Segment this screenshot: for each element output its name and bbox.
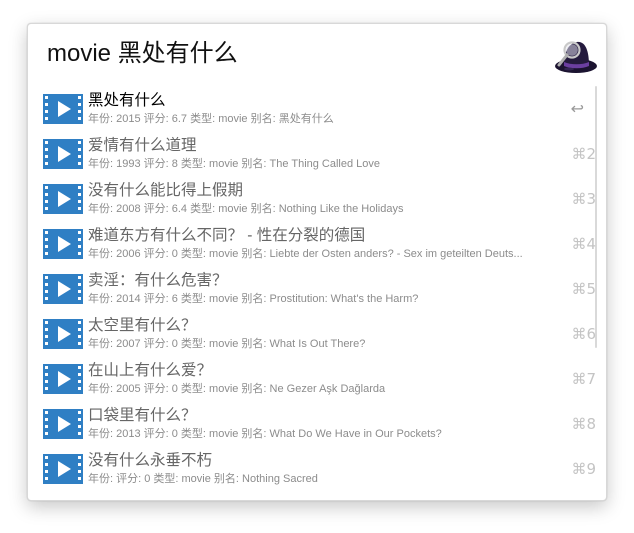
alfred-hat-icon [555,41,597,73]
film-icon [43,364,83,394]
result-title: 没有什么永垂不朽 [88,452,213,469]
film-icon [43,229,83,259]
result-row[interactable]: 太空里有什么？ 年份: 2007 评分: 0 类型: movie 别名: Wha… [28,313,598,358]
film-icon [43,454,83,484]
film-icon [43,139,83,169]
result-row[interactable]: 黑处有什么 年份: 2015 评分: 6.7 类型: movie 别名: 黑处有… [28,88,598,133]
result-subtitle: 年份: 2008 评分: 6.4 类型: movie 别名: Nothing L… [88,203,404,215]
result-subtitle: 年份: 评分: 0 类型: movie 别名: Nothing Sacred [88,473,318,485]
shortcut-label: ⌘4 [571,235,596,253]
shortcut-label: ⌘6 [571,325,596,343]
shortcut-label: ⌘5 [571,280,596,298]
result-row[interactable]: 爱情有什么道理 年份: 1993 评分: 8 类型: movie 别名: The… [28,133,598,178]
shortcut-label: ⌘3 [571,190,596,208]
shortcut-label: ⌘2 [571,145,596,163]
film-icon [43,184,83,214]
alfred-window: 黑处有什么 年份: 2015 评分: 6.7 类型: movie 别名: 黑处有… [27,23,607,501]
result-title: 爱情有什么道理 [88,137,197,154]
result-row[interactable]: 口袋里有什么？ 年份: 2013 评分: 0 类型: movie 别名: Wha… [28,403,598,448]
result-title: 太空里有什么？ [88,317,197,334]
film-icon [43,319,83,349]
result-subtitle: 年份: 1993 评分: 8 类型: movie 别名: The Thing C… [88,158,381,170]
result-title: 口袋里有什么？ [88,407,197,424]
film-icon [43,274,83,304]
shortcut-label: ⌘7 [571,370,596,388]
result-subtitle: 年份: 2013 评分: 0 类型: movie 别名: What Do We … [88,428,442,440]
result-row[interactable]: 没有什么永垂不朽 年份: 评分: 0 类型: movie 别名: Nothing… [28,448,598,493]
result-subtitle: 年份: 2014 评分: 6 类型: movie 别名: Prostitutio… [88,293,419,305]
search-bar [28,24,606,86]
result-row[interactable]: 难道东方有什么不同？ - 性在分裂的德国 年份: 2006 评分: 0 类型: … [28,223,598,268]
result-subtitle: 年份: 2005 评分: 0 类型: movie 别名: Ne Gezer Aş… [88,383,386,395]
result-subtitle: 年份: 2015 评分: 6.7 类型: movie 别名: 黑处有什么 [88,113,334,125]
result-title: 卖淫：有什么危害？ [88,272,228,289]
result-subtitle: 年份: 2006 评分: 0 类型: movie 别名: Liebte der … [88,248,523,260]
result-title: 没有什么能比得上假期 [88,182,244,199]
film-icon [43,409,83,439]
return-key-icon: ↩ [570,99,584,118]
result-row[interactable]: 卖淫：有什么危害？ 年份: 2014 评分: 6 类型: movie 别名: P… [28,268,598,313]
result-title: 难道东方有什么不同？ - 性在分裂的德国 [88,227,366,244]
result-subtitle: 年份: 2007 评分: 0 类型: movie 别名: What Is Out… [88,338,366,350]
shortcut-label: ⌘9 [571,460,596,478]
film-icon [43,94,83,124]
shortcut-label: ⌘8 [571,415,596,433]
result-title: 黑处有什么 [88,92,166,109]
result-row[interactable]: 在山上有什么爱？ 年份: 2005 评分: 0 类型: movie 别名: Ne… [28,358,598,403]
result-row[interactable]: 没有什么能比得上假期 年份: 2008 评分: 6.4 类型: movie 别名… [28,178,598,223]
search-input[interactable] [47,37,547,71]
result-title: 在山上有什么爱？ [88,362,213,379]
